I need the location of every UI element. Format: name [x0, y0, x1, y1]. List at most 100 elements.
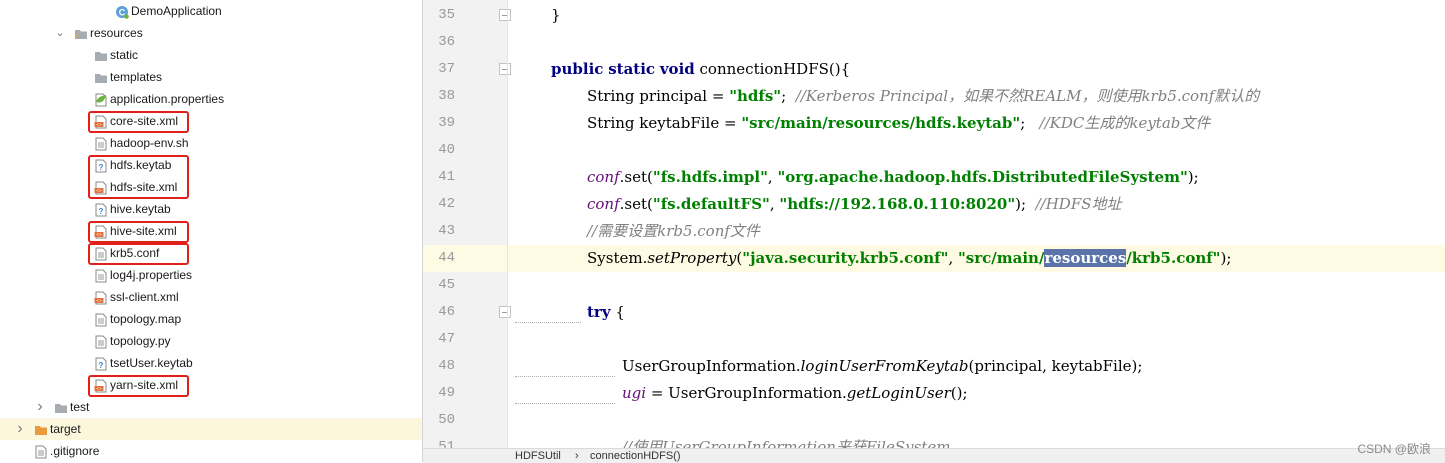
gutter-line[interactable]: 50: [423, 407, 507, 434]
unknown-file-icon: ?: [94, 202, 108, 217]
gutter-line[interactable]: 41: [423, 164, 507, 191]
tree-item-resources[interactable]: ⌄ resources: [0, 22, 422, 44]
tree-item-label: .gitignore: [50, 444, 100, 458]
string-literal: "src/main/resources/hdfs.keytab": [741, 114, 1021, 132]
chevron-right-icon[interactable]: ›: [34, 396, 46, 418]
gutter-line[interactable]: 42: [423, 191, 507, 218]
line-number: 46: [438, 304, 455, 320]
highlight-annotation-box: [88, 221, 189, 243]
comment: //KDC生成的keytab文件: [1039, 114, 1211, 132]
punctuation: );: [1220, 249, 1232, 267]
gutter-line[interactable]: 37: [423, 56, 511, 83]
tree-item-static[interactable]: static: [0, 44, 422, 66]
code-line-43[interactable]: //需要设置krb5.conf文件: [508, 218, 1445, 245]
gutter-line[interactable]: 43: [423, 218, 507, 245]
tree-item-hdfs-site-xml[interactable]: <> hdfs-site.xml: [0, 176, 422, 198]
code-line-41[interactable]: conf.set("fs.hdfs.impl", "org.apache.had…: [508, 164, 1445, 191]
tree-item-topology-py[interactable]: topology.py: [0, 330, 422, 352]
comment: //需要设置krb5.conf文件: [587, 222, 760, 240]
code-editor[interactable]: 35 36 37 38 39 40 41 42 43 44 45 46 47 48 49 50 51 } pub…: [423, 0, 1445, 462]
gutter-line[interactable]: 45: [423, 272, 507, 299]
gutter-line[interactable]: 44: [423, 245, 507, 272]
breadcrumb-method[interactable]: connectionHDFS(): [590, 449, 680, 463]
field-ref: ugi: [622, 384, 647, 402]
gutter-line[interactable]: 40: [423, 137, 507, 164]
code-line-42[interactable]: conf.set("fs.defaultFS", "hdfs://192.168…: [508, 191, 1445, 218]
highlight-annotation-box: [88, 155, 189, 199]
gutter-line[interactable]: 39: [423, 110, 507, 137]
tree-item-label: test: [70, 400, 90, 414]
string-literal: "hdfs://192.168.0.110:8020": [779, 195, 1016, 213]
tree-item-tsetuser-keytab[interactable]: ? tsetUser.keytab: [0, 352, 422, 374]
class-ref: System.: [587, 249, 648, 267]
gutter-line[interactable]: 35: [423, 2, 511, 29]
tree-item-test[interactable]: › test: [0, 396, 422, 418]
code-line-44[interactable]: System.setProperty("java.security.krb5.c…: [508, 245, 1445, 272]
tree-item-hive-keytab[interactable]: ? hive.keytab: [0, 198, 422, 220]
tree-item-label: tsetUser.keytab: [110, 356, 193, 370]
editor-breadcrumb: HDFSUtil › connectionHDFS(): [423, 448, 1445, 463]
tree-item-yarn-site-xml[interactable]: <> yarn-site.xml: [0, 374, 422, 396]
code-line-38[interactable]: String principal = "hdfs"; //Kerberos Pr…: [508, 83, 1445, 110]
string-literal: "src/main/: [957, 249, 1045, 267]
comment: //Kerberos Principal，如果不然REALM，则使用krb5.c…: [795, 87, 1260, 105]
chevron-down-icon[interactable]: ⌄: [54, 22, 66, 44]
tree-item-hdfs-keytab[interactable]: ? hdfs.keytab: [0, 154, 422, 176]
tree-item-topology-map[interactable]: topology.map: [0, 308, 422, 330]
text-selection[interactable]: resources: [1044, 249, 1127, 267]
class-ref: = UserGroupInformation.: [646, 384, 847, 402]
gutter-line[interactable]: 48: [423, 353, 507, 380]
resources-folder-icon: [74, 26, 88, 40]
tree-item-templates[interactable]: templates: [0, 66, 422, 88]
code-text: String principal = "hdfs"; //Kerberos Pr…: [587, 83, 1259, 110]
tree-item-hive-site-xml[interactable]: <> hive-site.xml: [0, 220, 422, 242]
line-number: 45: [438, 277, 455, 293]
tree-item-krb5-conf[interactable]: krb5.conf: [0, 242, 422, 264]
line-number: 47: [438, 331, 455, 347]
text-file-icon: [94, 136, 108, 151]
breadcrumb-separator: ›: [575, 450, 579, 462]
keyword: try: [587, 303, 611, 321]
chevron-right-icon[interactable]: ›: [14, 418, 26, 440]
gutter-line[interactable]: 47: [423, 326, 507, 353]
tree-item-hadoop-env-sh[interactable]: hadoop-env.sh: [0, 132, 422, 154]
tree-item-demoapplication[interactable]: C DemoApplication: [0, 0, 422, 22]
code-line-49[interactable]: ugi = UserGroupInformation.getLoginUser(…: [508, 380, 1445, 407]
folder-icon: [94, 48, 108, 62]
gutter-line[interactable]: 49: [423, 380, 507, 407]
breadcrumb-class[interactable]: HDFSUtil: [515, 449, 561, 463]
gutter-line[interactable]: 36: [423, 29, 507, 56]
line-number: 40: [438, 142, 455, 158]
indent-guide: [515, 322, 581, 323]
punctuation: ;: [1020, 114, 1040, 132]
tree-item-target[interactable]: › target: [0, 418, 422, 440]
punctuation: ();: [950, 384, 968, 402]
tree-item-label: hive.keytab: [110, 202, 171, 216]
tree-item-log4j-properties[interactable]: log4j.properties: [0, 264, 422, 286]
code-text: System.setProperty("java.security.krb5.c…: [587, 245, 1231, 272]
tree-item-label: static: [110, 48, 139, 62]
punctuation: {: [610, 303, 625, 321]
code-line-37[interactable]: public static void connectionHDFS(){: [508, 56, 1445, 83]
code-line-35[interactable]: }: [508, 2, 1445, 29]
keyword: static: [608, 60, 656, 78]
code-line-46[interactable]: try {: [508, 299, 1445, 326]
tree-item-ssl-client-xml[interactable]: <> ssl-client.xml: [0, 286, 422, 308]
tree-item-label: DemoApplication: [131, 4, 222, 18]
string-literal: "hdfs": [729, 87, 782, 105]
tree-item-core-site-xml[interactable]: <> core-site.xml: [0, 110, 422, 132]
code-line-39[interactable]: String keytabFile = "src/main/resources/…: [508, 110, 1445, 137]
code-line-48[interactable]: UserGroupInformation.loginUserFromKeytab…: [508, 353, 1445, 380]
code-text: conf.set("fs.hdfs.impl", "org.apache.had…: [587, 164, 1199, 191]
tree-item-gitignore[interactable]: .gitignore: [0, 440, 422, 462]
code-text: UserGroupInformation.loginUserFromKeytab…: [622, 353, 1142, 380]
method-signature: connectionHDFS(){: [694, 60, 851, 78]
class-ref: UserGroupInformation.: [622, 357, 801, 375]
gutter-line[interactable]: 38: [423, 83, 507, 110]
code-text: ugi = UserGroupInformation.getLoginUser(…: [622, 380, 968, 407]
line-number: 42: [438, 196, 455, 212]
string-literal: "fs.hdfs.impl": [652, 168, 768, 186]
gutter-line[interactable]: 46: [423, 299, 511, 326]
line-number: 36: [438, 34, 455, 50]
tree-item-application-properties[interactable]: application.properties: [0, 88, 422, 110]
